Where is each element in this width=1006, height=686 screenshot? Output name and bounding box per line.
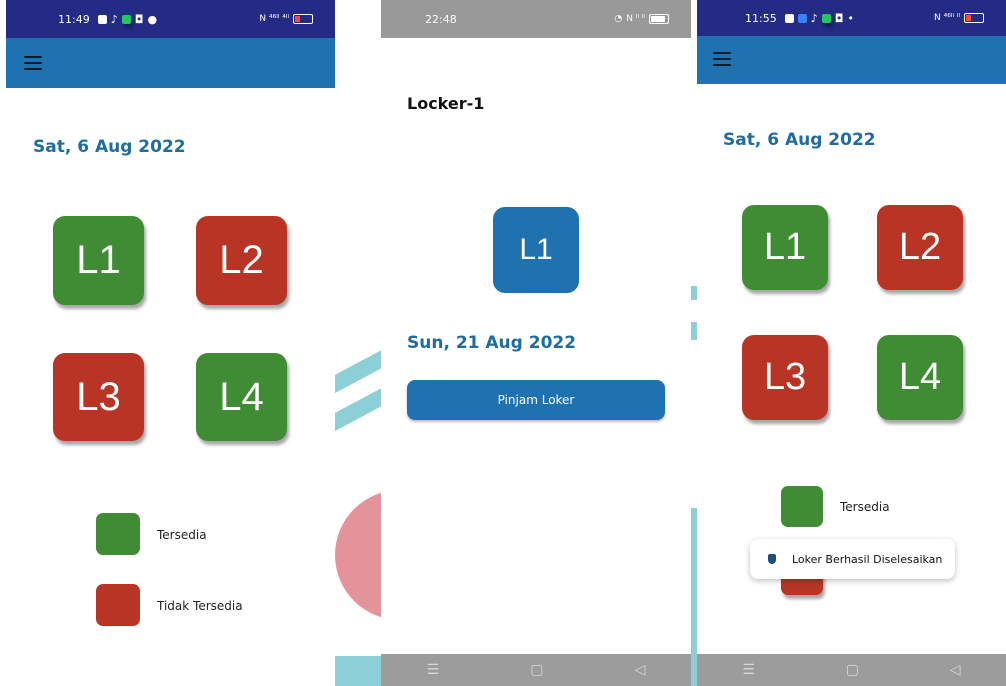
screen-locker-list: 11:49 ♪ ◘ ● N ⁴⁶ᴵˡ ⁴ᴵˡ Sat, 6 Aug 2022 L… [6, 0, 335, 686]
legend-label-available: Tersedia [840, 500, 890, 514]
tiktok-icon: ♪ [110, 12, 118, 26]
locker-tile-l2[interactable]: L2 [877, 205, 963, 290]
locker-tile-l4[interactable]: L4 [877, 335, 963, 420]
status-bar: 11:49 ♪ ◘ ● N ⁴⁶ᴵˡ ⁴ᴵˡ [6, 0, 335, 38]
recent-apps-icon[interactable]: ☰ [427, 662, 440, 678]
screen-locker-detail: 22:48 ◔ N ᴵˡ ᴵˡ Locker-1 L1 Sun, 21 Aug … [381, 0, 691, 686]
borrow-locker-button[interactable]: Pinjam Loker [407, 380, 665, 420]
app-icon: ◘ [834, 11, 844, 25]
menu-icon[interactable] [24, 56, 42, 70]
status-bar: 11:55 ♪ ◘ • N ⁴⁶ᴵˡ ᴵˡ [697, 0, 1006, 36]
app-icon: ● [147, 12, 158, 26]
status-right: N ⁴⁶ᴵˡ ⁴ᴵˡ [259, 0, 313, 38]
back-icon[interactable]: ◁ [950, 662, 961, 678]
date-label[interactable]: Sun, 21 Aug 2022 [407, 333, 576, 353]
app-logo-icon [768, 554, 776, 564]
locker-tile-l3[interactable]: L3 [742, 335, 828, 420]
battery-icon [649, 14, 669, 24]
signal-text: N ⁴⁶ᴵˡ ᴵˡ [934, 13, 960, 23]
locker-tile-l3[interactable]: L3 [53, 353, 144, 441]
app-icon [121, 14, 131, 24]
status-bar: 22:48 ◔ N ᴵˡ ᴵˡ [381, 0, 691, 38]
legend-swatch-available [781, 486, 823, 527]
app-bar [6, 38, 335, 88]
locker-tile-l1: L1 [493, 207, 579, 293]
home-icon[interactable]: ▢ [530, 662, 543, 678]
recent-apps-icon[interactable]: ☰ [742, 662, 755, 678]
screen-locker-list-toast: 11:55 ♪ ◘ • N ⁴⁶ᴵˡ ᴵˡ Sat, 6 Aug 2022 L1… [697, 0, 1006, 686]
battery-icon [293, 14, 313, 24]
menu-icon[interactable] [713, 52, 731, 66]
signal-text: N ᴵˡ ᴵˡ [626, 14, 645, 24]
toast-message: Loker Berhasil Diselesaikan [750, 539, 955, 579]
decor-stripe [335, 656, 381, 686]
tiktok-icon: ♪ [810, 11, 818, 25]
locker-tile-l4[interactable]: L4 [196, 353, 287, 441]
legend-label-unavailable: Tidak Tersedia [157, 599, 243, 613]
app-icon: ◘ [134, 12, 144, 26]
nav-bar: ☰ ▢ ◁ [697, 654, 1006, 686]
legend-swatch-available [96, 513, 140, 555]
dot-icon: • [847, 11, 854, 25]
locker-tile-l1[interactable]: L1 [53, 216, 144, 305]
locker-tile-l1[interactable]: L1 [742, 205, 828, 290]
toast-text: Loker Berhasil Diselesaikan [792, 552, 943, 566]
decor-circle [335, 490, 381, 620]
date-label: Sat, 6 Aug 2022 [723, 130, 876, 150]
home-icon[interactable]: ▢ [846, 662, 859, 678]
locker-tile-l2[interactable]: L2 [196, 216, 287, 305]
status-time: 11:49 [58, 12, 90, 26]
notification-icons: ♪ ◘ ● [97, 12, 158, 26]
notification-icons: ♪ ◘ • [784, 11, 854, 25]
legend-swatch-unavailable [96, 584, 140, 626]
legend-label-available: Tersedia [157, 528, 207, 542]
page-title: Locker-1 [407, 94, 485, 113]
background-gap-left [335, 0, 381, 686]
back-icon[interactable]: ◁ [635, 662, 646, 678]
app-icon [784, 13, 794, 23]
wifi-icon: ◔ [614, 14, 623, 24]
status-right: ◔ N ᴵˡ ᴵˡ [614, 0, 669, 38]
date-label: Sat, 6 Aug 2022 [33, 137, 186, 157]
status-time: 11:55 [745, 11, 777, 25]
decor-stripe [335, 342, 381, 394]
status-time: 22:48 [425, 12, 457, 26]
app-icon [797, 13, 807, 23]
signal-text: N ⁴⁶ᴵˡ ⁴ᴵˡ [259, 14, 289, 24]
status-right: N ⁴⁶ᴵˡ ᴵˡ [934, 0, 984, 36]
battery-icon [964, 13, 984, 23]
app-icon [821, 13, 831, 23]
app-bar [697, 36, 1006, 84]
nav-bar: ☰ ▢ ◁ [381, 654, 691, 686]
app-icon [97, 14, 107, 24]
